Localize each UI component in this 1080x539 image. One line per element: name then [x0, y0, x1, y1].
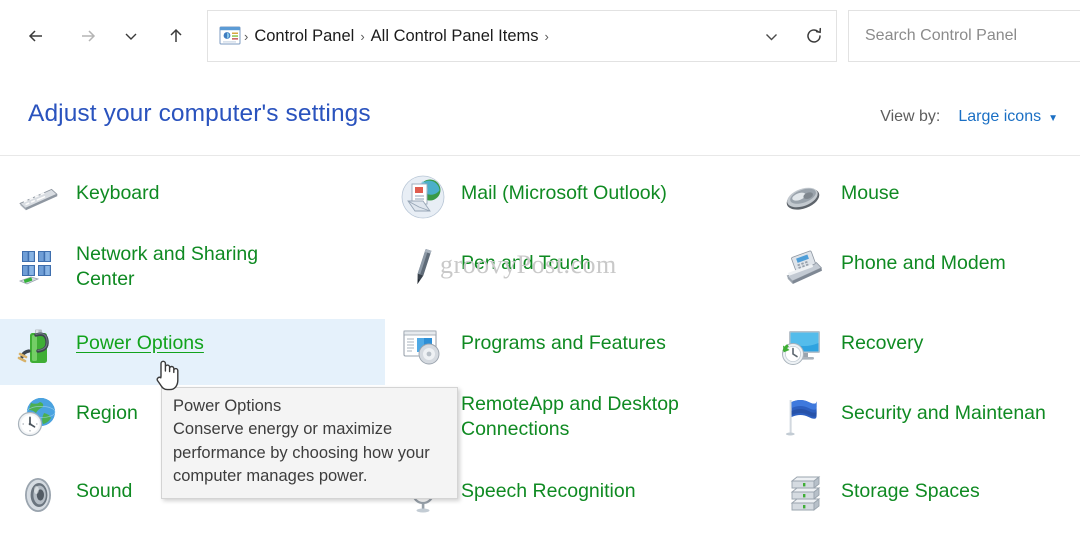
network-icon	[14, 243, 62, 291]
item-label-sound: Sound	[76, 480, 133, 502]
item-label-programs-features: Programs and Features	[461, 332, 666, 354]
recent-locations-button[interactable]	[114, 16, 148, 56]
up-button[interactable]	[154, 16, 198, 56]
control-panel-item-pen-touch[interactable]: Pen and Touch	[385, 239, 765, 305]
control-panel-item-mouse[interactable]: Mouse	[765, 169, 1080, 235]
page-title: Adjust your computer's settings	[28, 100, 371, 127]
storage-icon	[779, 471, 827, 519]
search-box[interactable]	[848, 10, 1080, 62]
control-panel-item-storage-spaces[interactable]: Storage Spaces	[765, 467, 1080, 533]
back-button[interactable]	[14, 16, 58, 56]
mouse-icon	[779, 173, 827, 221]
item-label-mouse: Mouse	[841, 182, 900, 204]
breadcrumb-item-control-panel[interactable]: Control Panel	[249, 25, 359, 48]
item-label-storage-spaces: Storage Spaces	[841, 480, 980, 502]
refresh-icon[interactable]	[792, 16, 836, 56]
control-panel-icon	[219, 25, 241, 47]
tooltip-title: Power Options	[173, 397, 282, 415]
speaker-icon	[14, 471, 62, 519]
keyboard-icon	[14, 173, 62, 221]
breadcrumb-separator-2[interactable]: ›	[544, 29, 550, 44]
item-label-region: Region	[76, 402, 138, 424]
item-label-network-sharing: Network and Sharing Center	[76, 243, 259, 290]
pen-icon	[399, 243, 447, 291]
breadcrumb-item-all-items[interactable]: All Control Panel Items	[366, 25, 544, 48]
control-panel-item-network-sharing[interactable]: Network and Sharing Center	[0, 239, 385, 305]
item-label-phone-modem: Phone and Modem	[841, 252, 1006, 274]
item-label-recovery: Recovery	[841, 332, 924, 354]
control-panel-item-power-options[interactable]: Power Options	[0, 319, 385, 385]
forward-button[interactable]	[66, 16, 110, 56]
view-by-label: View by:	[880, 108, 941, 125]
view-by-value[interactable]: Large icons	[958, 108, 1041, 126]
recovery-icon	[779, 323, 827, 371]
control-panel-item-programs-features[interactable]: Programs and Features	[385, 319, 765, 385]
programs-icon	[399, 323, 447, 371]
region-icon	[14, 393, 62, 441]
fax-icon	[779, 243, 827, 291]
search-input[interactable]	[863, 26, 1073, 46]
control-panel-item-phone-modem[interactable]: Phone and Modem	[765, 239, 1080, 305]
item-label-remoteapp: RemoteApp and Desktop Connections	[461, 393, 679, 440]
item-label-keyboard: Keyboard	[76, 182, 160, 204]
item-label-mail: Mail (Microsoft Outlook)	[461, 182, 667, 204]
battery-icon	[14, 323, 62, 371]
item-label-power-options: Power Options	[76, 332, 204, 354]
chevron-down-icon[interactable]: ▼	[1048, 113, 1058, 124]
flag-icon	[779, 393, 827, 441]
control-panel-item-mail[interactable]: Mail (Microsoft Outlook)	[385, 169, 765, 235]
chevron-down-icon[interactable]	[750, 16, 792, 56]
address-bar[interactable]: › Control Panel › All Control Panel Item…	[207, 10, 837, 62]
mail-icon	[399, 173, 447, 221]
control-panel-item-security-maintenance[interactable]: Security and Maintenan	[765, 389, 1080, 455]
item-label-speech-recognition: Speech Recognition	[461, 480, 636, 502]
item-label-pen-touch: Pen and Touch	[461, 252, 591, 274]
address-bar-actions	[750, 16, 836, 56]
control-panel-item-recovery[interactable]: Recovery	[765, 319, 1080, 385]
content-header: Adjust your computer's settings View by:…	[0, 72, 1080, 156]
control-panel-item-keyboard[interactable]: Keyboard	[0, 169, 385, 235]
view-by-control: View by: Large icons ▼	[880, 108, 1058, 126]
tooltip: Power Options Conserve energy or maximiz…	[161, 387, 458, 499]
item-label-security-maintenance: Security and Maintenan	[841, 402, 1046, 424]
breadcrumb: › Control Panel › All Control Panel Item…	[243, 25, 550, 48]
tooltip-body: Conserve energy or maximize performance …	[173, 420, 430, 485]
